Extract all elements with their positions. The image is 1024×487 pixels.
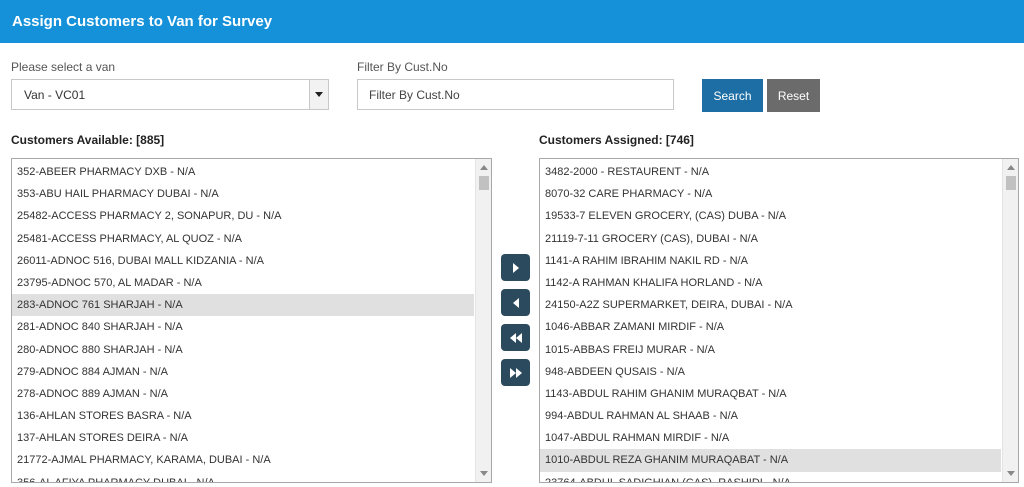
list-item[interactable]: 1047-ABDUL RAHMAN MIRDIF - N/A: [540, 427, 1001, 449]
list-item[interactable]: 281-ADNOC 840 SHARJAH - N/A: [12, 316, 474, 338]
reset-button[interactable]: Reset: [767, 79, 820, 112]
van-select-label: Please select a van: [11, 60, 116, 74]
list-item[interactable]: 1015-ABBAS FREIJ MURAR - N/A: [540, 339, 1001, 361]
chevron-left-icon: [512, 297, 519, 308]
scroll-thumb[interactable]: [1006, 176, 1016, 190]
list-item[interactable]: 1141-A RAHIM IBRAHIM NAKIL RD - N/A: [540, 250, 1001, 272]
customers-assigned-title: Customers Assigned: [746]: [539, 133, 694, 147]
list-item[interactable]: 279-ADNOC 884 AJMAN - N/A: [12, 361, 474, 383]
list-item[interactable]: 8070-32 CARE PHARMACY - N/A: [540, 183, 1001, 205]
list-item[interactable]: 994-ABDUL RAHMAN AL SHAAB - N/A: [540, 405, 1001, 427]
chevron-right-icon: [512, 262, 519, 273]
list-item[interactable]: 25481-ACCESS PHARMACY, AL QUOZ - N/A: [12, 228, 474, 250]
list-item[interactable]: 283-ADNOC 761 SHARJAH - N/A: [12, 294, 474, 317]
filter-cust-no-input[interactable]: [357, 79, 674, 110]
filter-label: Filter By Cust.No: [357, 60, 448, 74]
scroll-thumb[interactable]: [479, 176, 489, 190]
list-item[interactable]: 353-ABU HAIL PHARMACY DUBAI - N/A: [12, 183, 474, 205]
list-item[interactable]: 1142-A RAHMAN KHALIFA HORLAND - N/A: [540, 272, 1001, 294]
customers-assigned-list[interactable]: 3482-2000 - RESTAURENT - N/A 8070-32 CARE…: [539, 158, 1019, 483]
list-item[interactable]: 19533-7 ELEVEN GROCERY, (CAS) DUBA - N/A: [540, 205, 1001, 227]
list-item[interactable]: 136-AHLAN STORES BASRA - N/A: [12, 405, 474, 427]
move-selected-left-button[interactable]: [501, 289, 530, 316]
double-chevron-left-icon: [509, 332, 522, 343]
customers-available-list[interactable]: 352-ABEER PHARMACY DXB - N/A 353-ABU HAIL…: [11, 158, 492, 483]
scroll-down-arrow-icon[interactable]: [480, 471, 488, 476]
van-select[interactable]: Van - VC01: [11, 79, 329, 110]
scroll-up-arrow-icon[interactable]: [1007, 165, 1015, 170]
scroll-down-arrow-icon[interactable]: [1007, 471, 1015, 476]
list-item[interactable]: 1046-ABBAR ZAMANI MIRDIF - N/A: [540, 316, 1001, 338]
list-item[interactable]: 1143-ABDUL RAHIM GHANIM MURAQBAT - N/A: [540, 383, 1001, 405]
move-all-right-button[interactable]: [501, 359, 530, 386]
van-select-value: Van - VC01: [24, 88, 86, 102]
list-item[interactable]: 23795-ADNOC 570, AL MADAR - N/A: [12, 272, 474, 294]
list-item[interactable]: 278-ADNOC 889 AJMAN - N/A: [12, 383, 474, 405]
scroll-up-arrow-icon[interactable]: [480, 165, 488, 170]
move-selected-right-button[interactable]: [501, 254, 530, 281]
assigned-scrollbar[interactable]: [1002, 159, 1018, 482]
list-item[interactable]: 137-AHLAN STORES DEIRA - N/A: [12, 427, 474, 449]
page-title: Assign Customers to Van for Survey: [12, 13, 273, 30]
list-item[interactable]: 23764-ABDUL SADIGHIAN (CAS), RASHIDI - N…: [540, 472, 1001, 482]
page-header: Assign Customers to Van for Survey: [0, 0, 1024, 43]
list-item[interactable]: 280-ADNOC 880 SHARJAH - N/A: [12, 339, 474, 361]
list-item[interactable]: 356-AL AFIYA PHARMACY DUBAI - N/A: [12, 472, 474, 482]
double-chevron-right-icon: [509, 367, 522, 378]
list-item[interactable]: 352-ABEER PHARMACY DXB - N/A: [12, 161, 474, 183]
list-item[interactable]: 21772-AJMAL PHARMACY, KARAMA, DUBAI - N/…: [12, 449, 474, 471]
list-item[interactable]: 21119-7-11 GROCERY (CAS), DUBAI - N/A: [540, 228, 1001, 250]
chevron-down-icon[interactable]: [309, 80, 328, 109]
list-item[interactable]: 25482-ACCESS PHARMACY 2, SONAPUR, DU - N…: [12, 205, 474, 227]
customers-available-title: Customers Available: [885]: [11, 133, 165, 147]
list-item[interactable]: 3482-2000 - RESTAURENT - N/A: [540, 161, 1001, 183]
search-button[interactable]: Search: [702, 79, 763, 112]
list-item[interactable]: 26011-ADNOC 516, DUBAI MALL KIDZANIA - N…: [12, 250, 474, 272]
list-item[interactable]: 1010-ABDUL REZA GHANIM MURAQABAT - N/A: [540, 449, 1001, 472]
list-item[interactable]: 948-ABDEEN QUSAIS - N/A: [540, 361, 1001, 383]
available-scrollbar[interactable]: [475, 159, 491, 482]
move-all-left-button[interactable]: [501, 324, 530, 351]
list-item[interactable]: 24150-A2Z SUPERMARKET, DEIRA, DUBAI - N/…: [540, 294, 1001, 316]
